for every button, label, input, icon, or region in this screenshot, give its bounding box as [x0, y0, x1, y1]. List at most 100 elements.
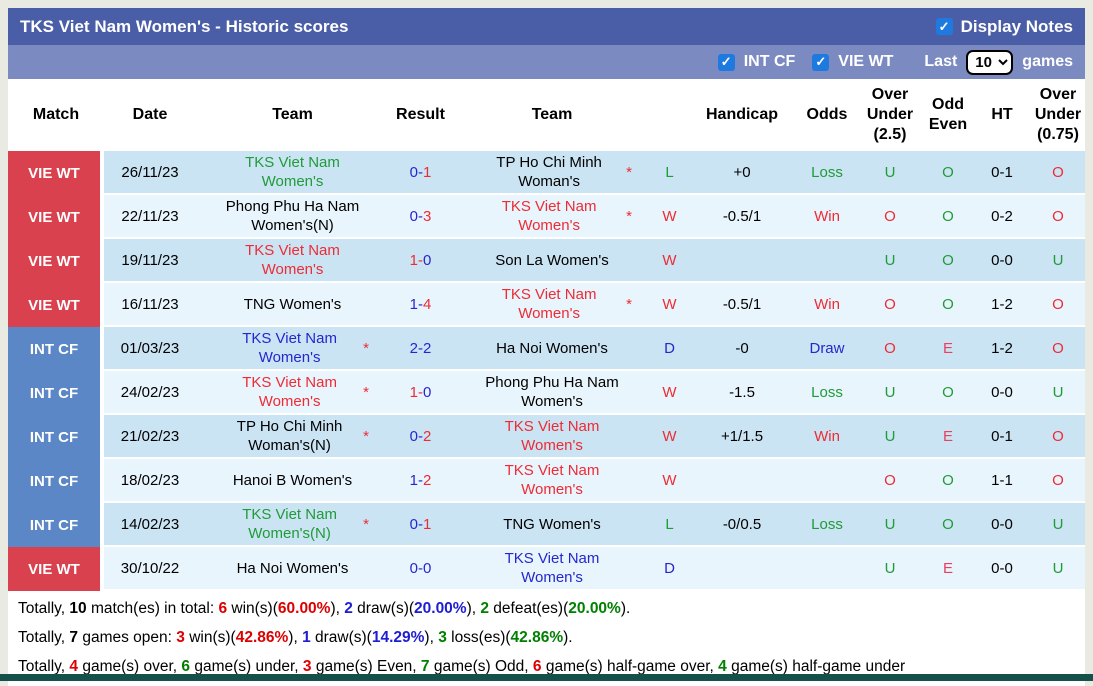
over-under-0-75: O: [1031, 327, 1085, 371]
handicap: +0: [687, 151, 797, 195]
summary-segment: Totally,: [18, 658, 70, 675]
score: 2- 2: [389, 327, 452, 371]
team-cell: TKS Viet Nam Women's: [452, 459, 652, 503]
column-header-match: Match: [8, 79, 104, 151]
odd-even: E: [923, 327, 973, 371]
handicap: [687, 459, 797, 503]
over-under-2-5: O: [857, 327, 923, 371]
column-header-handicap: Handicap: [687, 79, 797, 151]
odds-result: Win: [797, 415, 857, 459]
away-score: 4: [423, 295, 432, 313]
team-star-marker: *: [363, 383, 369, 401]
score: 0- 1: [389, 503, 452, 547]
odds-result: Loss: [797, 371, 857, 415]
handicap: +1/1.5: [687, 415, 797, 459]
column-header-result: Result: [389, 79, 452, 151]
summary-segment: 20.00%: [414, 600, 467, 617]
team-cell: Hanoi B Women's: [196, 459, 389, 503]
last-games-select[interactable]: 10: [966, 49, 1014, 75]
odds-result: [797, 547, 857, 591]
outcome-letter: W: [652, 195, 687, 239]
team-name: TP Ho Chi Minh Woman's: [496, 154, 602, 190]
handicap: -0/0.5: [687, 503, 797, 547]
summary-segment: ),: [424, 629, 439, 646]
ht-score: 1-2: [973, 327, 1031, 371]
summary-segment: Totally,: [18, 600, 70, 617]
away-score: 2: [423, 339, 432, 357]
odd-even: E: [923, 415, 973, 459]
team-name: TNG Women's: [243, 295, 342, 313]
team-cell: TKS Viet Nam Women's: [196, 239, 389, 283]
ht-score: 0-1: [973, 151, 1031, 195]
team-name: TKS Viet Nam Women's: [242, 374, 337, 410]
team-name: TKS Viet Nam Women's: [501, 286, 597, 322]
title-bar: TKS Viet Nam Women's - Historic scores D…: [8, 8, 1085, 45]
match-date: 30/10/22: [104, 547, 196, 591]
summary-segment: draw(s)(: [352, 600, 415, 617]
home-score: 1-: [409, 471, 423, 489]
int-cf-checkbox[interactable]: [717, 53, 735, 71]
match-date: 21/02/23: [104, 415, 196, 459]
odd-even: O: [923, 195, 973, 239]
match-date: 19/11/23: [104, 239, 196, 283]
table-row: INT CF 24/02/23 TKS Viet Nam Women's * 1- 0 Ph…: [8, 371, 1085, 415]
league-badge: VIE WT: [8, 195, 104, 239]
odds-result: Loss: [797, 503, 857, 547]
handicap: -0: [687, 327, 797, 371]
outcome-letter: W: [652, 459, 687, 503]
summary-segment: match(es) in total:: [86, 600, 219, 617]
summary-segment: 60.00%: [277, 600, 331, 617]
team-name: Hanoi B Women's: [232, 471, 353, 489]
vie-wt-checkbox[interactable]: [812, 53, 830, 71]
odds-result: Win: [797, 283, 857, 327]
odds-result: Loss: [797, 151, 857, 195]
match-date: 16/11/23: [104, 283, 196, 327]
over-under-2-5: U: [857, 239, 923, 283]
team-name: TKS Viet Nam Women's: [242, 330, 337, 366]
team-name: Phong Phu Ha Nam Women's: [485, 374, 619, 410]
over-under-0-75: O: [1031, 195, 1085, 239]
league-badge: INT CF: [8, 459, 104, 503]
summary-segment: 1: [302, 629, 311, 646]
odd-even: O: [923, 459, 973, 503]
team-name: Son La Women's: [495, 251, 609, 269]
column-header-odds: Odds: [797, 79, 857, 151]
home-score: 0-: [409, 515, 423, 533]
home-score: 2-: [409, 339, 423, 357]
scores-panel: TKS Viet Nam Women's - Historic scores D…: [8, 8, 1085, 686]
league-badge: INT CF: [8, 371, 104, 415]
odds-result: Draw: [797, 327, 857, 371]
score: 1- 0: [389, 371, 452, 415]
scores-table: VIE WT 26/11/23 TKS Viet Nam Women's 0- 1 TP …: [8, 151, 1085, 591]
over-under-0-75: O: [1031, 415, 1085, 459]
summary-segment: win(s)(: [227, 600, 278, 617]
team-cell: TKS Viet Nam Women's *: [452, 195, 652, 239]
summary-segment: Totally,: [18, 629, 70, 646]
outcome-letter: W: [652, 415, 687, 459]
column-header-ht: HT: [973, 79, 1031, 151]
over-under-2-5: O: [857, 283, 923, 327]
summary-segment: game(s) Even,: [311, 658, 421, 675]
team-name: TKS Viet Nam Women's: [504, 418, 600, 454]
display-notes-checkbox[interactable]: [935, 18, 953, 35]
ht-score: 1-2: [973, 283, 1031, 327]
summary-segment: game(s) under,: [190, 658, 303, 675]
home-score: 1-: [409, 383, 423, 401]
summary-segment: 10: [69, 600, 87, 617]
summary-segment: game(s) Odd,: [429, 658, 533, 675]
home-score: 1-: [409, 295, 423, 313]
team-cell: TKS Viet Nam Women's: [452, 547, 652, 591]
outcome-letter: W: [652, 239, 687, 283]
over-under-2-5: U: [857, 503, 923, 547]
outcome-letter: D: [652, 547, 687, 591]
team-cell: TKS Viet Nam Women's(N) *: [196, 503, 389, 547]
league-badge: VIE WT: [8, 151, 104, 195]
column-header-team-away: Team: [452, 79, 652, 151]
table-row: INT CF 21/02/23 TP Ho Chi Minh Woman's(N) *…: [8, 415, 1085, 459]
over-under-0-75: U: [1031, 547, 1085, 591]
ht-score: 0-0: [973, 239, 1031, 283]
summary-segment: defeat(es)(: [489, 600, 569, 617]
outcome-letter: D: [652, 327, 687, 371]
summary-segment: ),: [288, 629, 303, 646]
odd-even: O: [923, 239, 973, 283]
